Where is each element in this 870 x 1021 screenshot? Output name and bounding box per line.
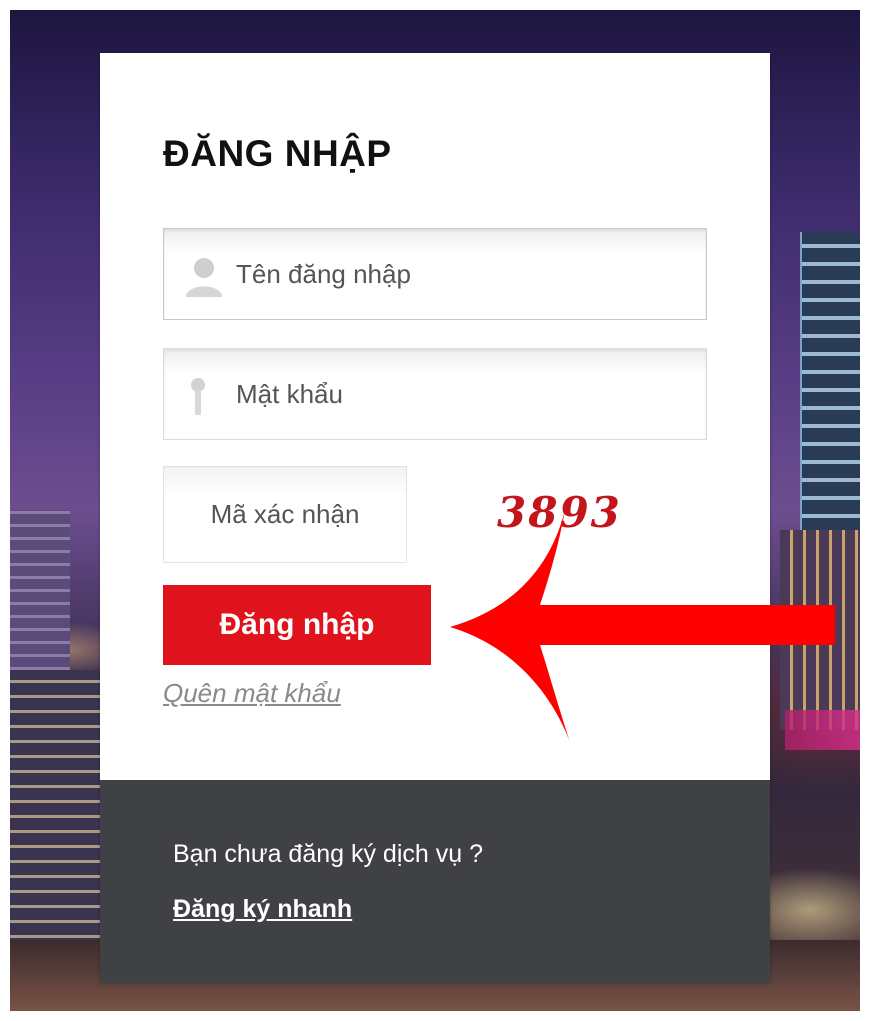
captcha-field[interactable] (163, 466, 407, 563)
register-footer: Bạn chưa đăng ký dịch vụ ? Đăng ký nhanh (100, 780, 770, 983)
password-field[interactable] (163, 348, 707, 440)
background-building-left (10, 510, 70, 680)
background-building-right (800, 232, 860, 532)
password-input[interactable] (236, 349, 686, 439)
user-icon (186, 258, 222, 297)
captcha-input[interactable] (164, 467, 406, 562)
quick-register-link[interactable]: Đăng ký nhanh (173, 895, 352, 924)
username-input[interactable] (236, 229, 686, 319)
forgot-password-link[interactable]: Quên mật khẩu (163, 678, 341, 709)
login-button[interactable]: Đăng nhập (163, 585, 431, 665)
login-title: ĐĂNG NHẬP (163, 133, 392, 174)
register-question: Bạn chưa đăng ký dịch vụ ? (173, 840, 483, 868)
username-field[interactable] (163, 228, 707, 320)
red-arrow-icon (450, 510, 835, 742)
key-icon (191, 378, 205, 415)
